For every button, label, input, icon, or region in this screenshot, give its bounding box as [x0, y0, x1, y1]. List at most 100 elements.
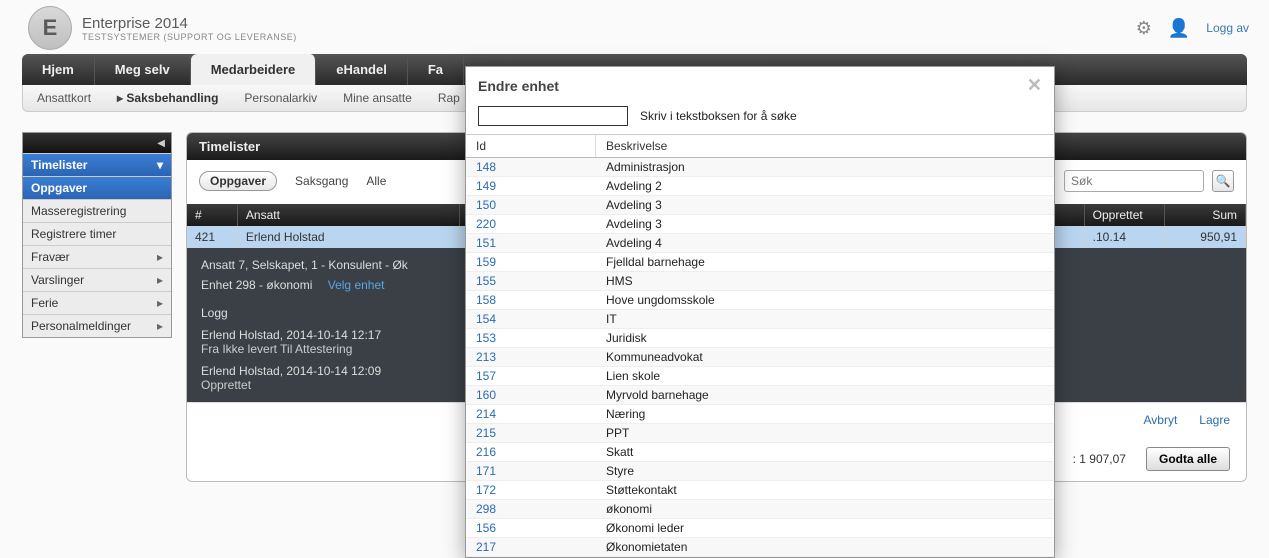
tab-megselv[interactable]: Meg selv	[95, 54, 191, 85]
modal-row[interactable]: 214Næring	[466, 405, 1054, 424]
modal-row-desc: Næring	[596, 405, 1054, 423]
col-opprettet[interactable]: Opprettet	[1084, 204, 1165, 226]
cell-sum: 950,91	[1165, 226, 1246, 248]
modal-col-id[interactable]: Id	[466, 135, 596, 157]
modal-col-desc[interactable]: Beskrivelse	[596, 135, 1054, 157]
modal-row-id[interactable]: 215	[466, 424, 596, 442]
modal-row[interactable]: 154IT	[466, 310, 1054, 329]
subnav-saksbehandling[interactable]: Saksbehandling	[117, 91, 218, 105]
saksgang-link[interactable]: Saksgang	[295, 174, 348, 188]
tab-ehandel[interactable]: eHandel	[316, 54, 408, 85]
modal-row-desc: Fjelldal barnehage	[596, 253, 1054, 271]
endre-enhet-modal: Endre enhet ✕ Skriv i tekstboksen for å …	[465, 66, 1055, 558]
modal-row[interactable]: 298økonomi	[466, 500, 1054, 519]
collapse-icon[interactable]: ◀	[157, 138, 165, 149]
modal-row-id[interactable]: 216	[466, 443, 596, 461]
modal-row[interactable]: 220Avdeling 3	[466, 215, 1054, 234]
modal-row[interactable]: 215PPT	[466, 424, 1054, 443]
modal-row-id[interactable]: 158	[466, 291, 596, 309]
user-icon[interactable]: 👤	[1168, 18, 1190, 39]
sidebar-item-fravaer[interactable]: Fravær	[23, 245, 171, 268]
main-title-text: Timelister	[199, 139, 260, 154]
modal-row[interactable]: 172Støttekontakt	[466, 481, 1054, 500]
modal-row[interactable]: 171Styre	[466, 462, 1054, 481]
sidebar-item-ferie[interactable]: Ferie	[23, 291, 171, 314]
avbryt-link[interactable]: Avbryt	[1144, 413, 1178, 427]
modal-row-desc: IT	[596, 310, 1054, 328]
modal-row-id[interactable]: 298	[466, 500, 596, 518]
modal-row-id[interactable]: 150	[466, 196, 596, 214]
gear-icon[interactable]: ⚙	[1136, 18, 1152, 39]
alle-link[interactable]: Alle	[366, 174, 386, 188]
modal-row-id[interactable]: 157	[466, 367, 596, 385]
modal-row-desc: Avdeling 3	[596, 196, 1054, 214]
lagre-link[interactable]: Lagre	[1199, 413, 1230, 427]
modal-row[interactable]: 217Økonomietaten	[466, 538, 1054, 557]
velg-enhet-link[interactable]: Velg enhet	[328, 278, 385, 292]
side-panel: ◀ Timelister Oppgaver Masseregistrering …	[22, 132, 172, 338]
modal-row[interactable]: 216Skatt	[466, 443, 1054, 462]
subnav-personalarkiv[interactable]: Personalarkiv	[244, 91, 317, 105]
modal-row[interactable]: 213Kommuneadvokat	[466, 348, 1054, 367]
modal-row-id[interactable]: 156	[466, 519, 596, 537]
modal-row[interactable]: 156Økonomi leder	[466, 519, 1054, 538]
col-sum[interactable]: Sum	[1165, 204, 1246, 226]
modal-row-id[interactable]: 149	[466, 177, 596, 195]
tab-hjem[interactable]: Hjem	[22, 54, 95, 85]
sidebar-item-personalmeldinger[interactable]: Personalmeldinger	[23, 314, 171, 337]
sidebar-item-oppgaver[interactable]: Oppgaver	[23, 176, 171, 199]
modal-rows: 148Administrasjon149Avdeling 2150Avdelin…	[466, 158, 1054, 557]
cell-opprettet: .10.14	[1084, 226, 1165, 248]
modal-row-desc: Støttekontakt	[596, 481, 1054, 499]
godta-alle-button[interactable]: Godta alle	[1146, 447, 1230, 471]
subnav-rap[interactable]: Rap	[438, 91, 460, 105]
modal-row-desc: Myrvold barnehage	[596, 386, 1054, 404]
modal-row[interactable]: 148Administrasjon	[466, 158, 1054, 177]
modal-row[interactable]: 153Juridisk	[466, 329, 1054, 348]
sidebar-item-masseregistrering[interactable]: Masseregistrering	[23, 199, 171, 222]
modal-row[interactable]: 155HMS	[466, 272, 1054, 291]
subnav-mineansatte[interactable]: Mine ansatte	[343, 91, 412, 105]
modal-row[interactable]: 159Fjelldal barnehage	[466, 253, 1054, 272]
oppgaver-button[interactable]: Oppgaver	[199, 171, 277, 191]
modal-row-id[interactable]: 153	[466, 329, 596, 347]
modal-row[interactable]: 160Myrvold barnehage	[466, 386, 1054, 405]
close-icon[interactable]: ✕	[1027, 75, 1042, 96]
logoff-link[interactable]: Logg av	[1206, 21, 1249, 35]
col-num[interactable]: #	[187, 204, 237, 226]
modal-row-id[interactable]: 172	[466, 481, 596, 499]
modal-row-id[interactable]: 151	[466, 234, 596, 252]
modal-row-id[interactable]: 160	[466, 386, 596, 404]
modal-row-id[interactable]: 154	[466, 310, 596, 328]
modal-row[interactable]: 149Avdeling 2	[466, 177, 1054, 196]
modal-row-id[interactable]: 171	[466, 462, 596, 480]
modal-row-desc: Økonomi leder	[596, 519, 1054, 537]
modal-hint: Skriv i tekstboksen for å søke	[640, 109, 797, 123]
sum-label: : 1 907,07	[1073, 452, 1126, 466]
modal-row-desc: økonomi	[596, 500, 1054, 518]
modal-row-id[interactable]: 217	[466, 538, 596, 556]
modal-row[interactable]: 150Avdeling 3	[466, 196, 1054, 215]
modal-row[interactable]: 158Hove ungdomsskole	[466, 291, 1054, 310]
sidebar-item-timelister[interactable]: Timelister	[23, 153, 171, 176]
modal-row-id[interactable]: 155	[466, 272, 596, 290]
tab-fa[interactable]: Fa	[408, 54, 464, 85]
modal-search-input[interactable]	[478, 106, 628, 126]
modal-row-id[interactable]: 213	[466, 348, 596, 366]
detail-enhet-label: Enhet 298 - økonomi	[201, 278, 312, 292]
modal-row-id[interactable]: 220	[466, 215, 596, 233]
search-input[interactable]	[1064, 170, 1204, 192]
modal-row-id[interactable]: 214	[466, 405, 596, 423]
sidebar-item-varslinger[interactable]: Varslinger	[23, 268, 171, 291]
search-button[interactable]: 🔍	[1212, 170, 1234, 192]
modal-row[interactable]: 151Avdeling 4	[466, 234, 1054, 253]
col-ansatt[interactable]: Ansatt	[237, 204, 459, 226]
modal-row-id[interactable]: 159	[466, 253, 596, 271]
modal-row[interactable]: 157Lien skole	[466, 367, 1054, 386]
search-icon: 🔍	[1216, 174, 1231, 188]
modal-row-id[interactable]: 148	[466, 158, 596, 176]
subnav-ansattkort[interactable]: Ansattkort	[37, 91, 91, 105]
brand-subtitle: TESTSYSTEMER (SUPPORT OG LEVERANSE)	[82, 32, 297, 42]
sidebar-item-registrere-timer[interactable]: Registrere timer	[23, 222, 171, 245]
tab-medarbeidere[interactable]: Medarbeidere	[191, 54, 317, 85]
